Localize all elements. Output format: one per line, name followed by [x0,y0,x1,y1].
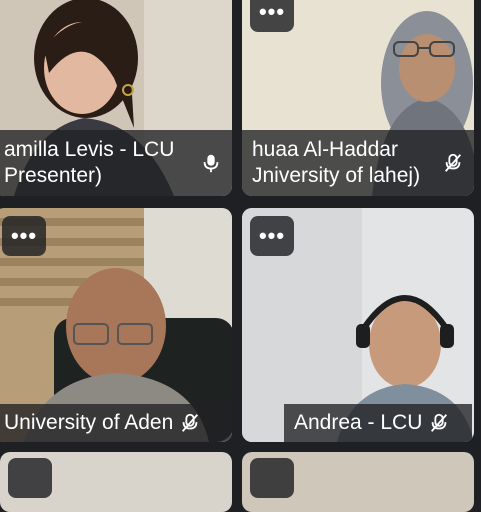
mic-on-icon [203,154,219,173]
more-options-button[interactable] [250,458,294,498]
participant-name-plate: amilla Levis - LCU Presenter) [0,130,232,196]
mic-off-icon [431,413,448,432]
participant-role: Presenter) [4,164,103,187]
more-options-icon: ••• [258,223,286,248]
participant-tile-bottom-left[interactable] [0,452,232,512]
participant-role: Jniversity of lahej) [252,164,421,187]
mic-off-icon [182,413,199,432]
participant-tile-bottom-right[interactable] [242,452,474,512]
participant-tile-huaa[interactable]: ••• huaa Al-Haddar Jniversity of lahej) [242,0,474,196]
participant-name: amilla Levis - LCU [4,138,175,161]
participant-name: Andrea - LCU [294,411,423,434]
participant-name: University of Aden [4,411,174,434]
more-options-button[interactable]: ••• [250,216,294,256]
mic-off-icon [444,153,462,172]
participant-tile-camilla[interactable]: amilla Levis - LCU Presenter) [0,0,232,196]
more-options-button[interactable]: ••• [250,0,294,32]
participant-tile-university-of-aden[interactable]: ••• University of Aden [0,208,232,442]
participant-name-plate: Andrea - LCU [284,404,472,442]
more-options-icon: ••• [258,0,286,24]
more-options-button[interactable]: ••• [2,216,46,256]
more-options-button[interactable] [8,458,52,498]
participant-name-plate: huaa Al-Haddar Jniversity of lahej) [242,130,474,196]
participant-tile-andrea[interactable]: ••• Andrea - LCU [242,208,474,442]
more-options-icon: ••• [10,223,38,248]
participant-name-plate: University of Aden [0,404,232,442]
participant-name: huaa Al-Haddar [252,138,398,161]
